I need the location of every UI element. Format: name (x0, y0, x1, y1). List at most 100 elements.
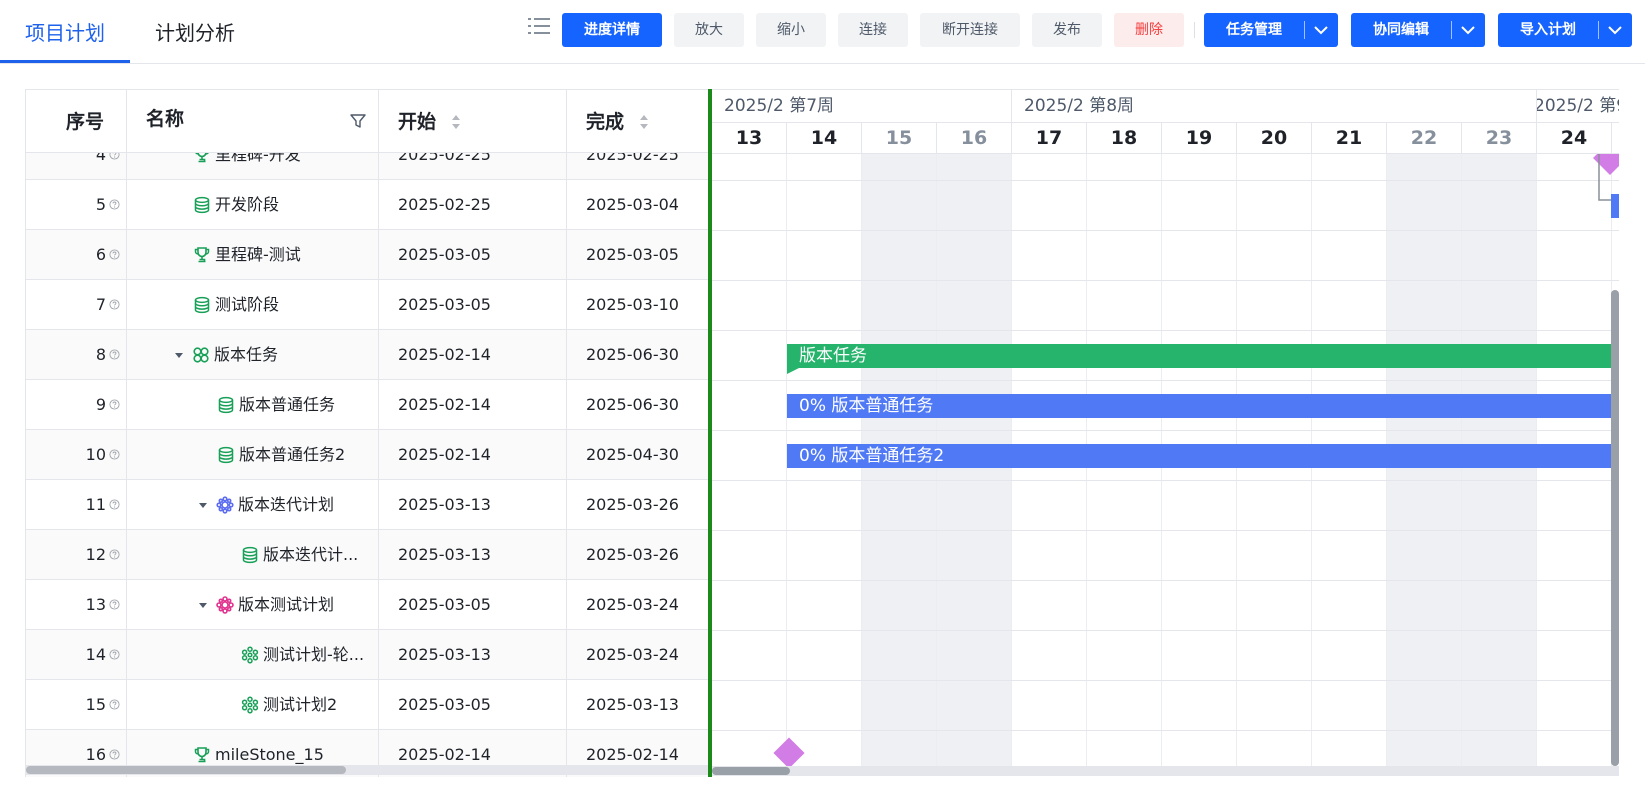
row-index-text: 13 (85, 595, 106, 614)
gantt-horizontal-scrollbar[interactable] (712, 766, 1619, 776)
import-plan-label[interactable]: 导入计划 (1498, 13, 1598, 47)
header-end[interactable]: 完成 (567, 90, 708, 154)
row-name: 版本任务 (127, 330, 379, 380)
task-table-body: 4 里程碑-开发 2025-02-25 2025-02-25 5 开发阶段 2025-02-… (26, 130, 708, 777)
collapse-caret-icon[interactable] (196, 598, 210, 612)
row-name: 版本普通任务 (127, 380, 379, 430)
help-icon[interactable] (109, 499, 120, 510)
gantt-vertical-scrollbar[interactable] (1611, 290, 1619, 766)
zoom-out-button[interactable]: 缩小 (756, 13, 826, 47)
row-name: 开发阶段 (127, 180, 379, 230)
table-row[interactable]: 10 版本普通任务2 2025-02-14 2025-04-30 (26, 430, 708, 480)
help-icon[interactable] (109, 549, 120, 560)
row-name-content: 版本普通任务2 (217, 430, 345, 480)
help-icon[interactable] (109, 399, 120, 410)
task-bar[interactable]: 0% 版本普通任务2 (787, 444, 1619, 468)
database-icon (218, 396, 234, 414)
row-name: 版本测试计划 (127, 580, 379, 630)
row-gridline (712, 580, 1619, 581)
row-start-date: 2025-03-13 (379, 630, 567, 680)
header-index: 序号 (26, 90, 127, 154)
delete-button[interactable]: 删除 (1114, 13, 1184, 47)
row-name: 测试计划2 (127, 680, 379, 730)
row-name-text: 版本普通任务2 (239, 445, 346, 464)
day-label: 18 (1087, 123, 1162, 154)
sort-icon[interactable] (639, 114, 649, 130)
progress-detail-button[interactable]: 进度详情 (562, 13, 662, 47)
row-name-content: 开发阶段 (193, 180, 279, 230)
table-row[interactable]: 7 测试阶段 2025-03-05 2025-03-10 (26, 280, 708, 330)
header-start[interactable]: 开始 (379, 90, 567, 154)
help-icon[interactable] (109, 699, 120, 710)
table-row[interactable]: 11 版本迭代计划 2025-03-13 2025-03-26 (26, 480, 708, 530)
disconnect-button[interactable]: 断开连接 (920, 13, 1020, 47)
row-name: 里程碑-测试 (127, 230, 379, 280)
row-start-date: 2025-03-13 (379, 530, 567, 580)
row-gridline (712, 380, 1619, 381)
chevron-down-icon[interactable] (1305, 13, 1337, 47)
import-plan-dropdown[interactable]: 导入计划 (1498, 13, 1632, 47)
help-icon[interactable] (109, 599, 120, 610)
table-scroll-thumb[interactable] (26, 766, 346, 774)
row-end-date: 2025-03-26 (586, 495, 679, 514)
help-icon[interactable] (109, 349, 120, 360)
row-index: 9 (26, 380, 127, 430)
table-row[interactable]: 8 版本任务 2025-02-14 2025-06-30 (26, 330, 708, 380)
row-start-date: 2025-03-13 (379, 480, 567, 530)
test-plan-icon (216, 596, 234, 614)
help-icon[interactable] (109, 249, 120, 260)
gantt-scroll-thumb[interactable] (712, 767, 790, 775)
help-icon[interactable] (109, 449, 120, 460)
table-row[interactable]: 12 版本迭代计... 2025-03-13 2025-03-26 (26, 530, 708, 580)
co-edit-label[interactable]: 协同编辑 (1351, 13, 1451, 47)
table-row[interactable]: 6 里程碑-测试 2025-03-05 2025-03-05 (26, 230, 708, 280)
task-manage-dropdown[interactable]: 任务管理 (1204, 13, 1338, 47)
connect-button[interactable]: 连接 (838, 13, 908, 47)
row-index: 14 (26, 630, 127, 680)
task-bar[interactable]: 0% 版本普通任务 (787, 394, 1619, 418)
help-icon[interactable] (109, 199, 120, 210)
test-round-icon (241, 696, 259, 714)
row-end-date: 2025-03-24 (586, 595, 679, 614)
row-name: 测试计划-轮... (127, 630, 379, 680)
table-row[interactable]: 13 版本测试计划 2025-03-05 2025-03-24 (26, 580, 708, 630)
row-start-date: 2025-02-14 (379, 430, 567, 480)
panel-divider[interactable] (708, 89, 712, 777)
row-name-text: 测试计划-轮... (263, 645, 365, 664)
day-label: 22 (1387, 123, 1462, 154)
row-end-date: 2025-03-10 (586, 295, 679, 314)
row-index-text: 5 (95, 195, 106, 214)
chevron-down-icon[interactable] (1452, 13, 1484, 47)
day-label: 14 (787, 123, 862, 154)
task-bar[interactable] (1611, 194, 1619, 218)
zoom-in-button[interactable]: 放大 (674, 13, 744, 47)
table-row[interactable]: 14 测试计划-轮... 2025-03-13 2025-03-24 (26, 630, 708, 680)
chevron-down-icon[interactable] (1599, 13, 1631, 47)
tab-project-plan[interactable]: 项目计划 (25, 18, 105, 48)
summary-task-bar[interactable]: 版本任务 (787, 344, 1619, 368)
task-manage-label[interactable]: 任务管理 (1204, 13, 1304, 47)
sort-icon[interactable] (451, 114, 461, 130)
row-index: 7 (26, 280, 127, 330)
help-icon[interactable] (109, 299, 120, 310)
row-start-date: 2025-03-05 (379, 280, 567, 330)
co-edit-dropdown[interactable]: 协同编辑 (1351, 13, 1485, 47)
row-gridline (712, 730, 1619, 731)
row-index-text: 11 (85, 495, 106, 514)
help-icon[interactable] (109, 649, 120, 660)
row-start-date: 2025-03-05 (379, 580, 567, 630)
filter-icon[interactable] (349, 112, 367, 130)
table-row[interactable]: 9 版本普通任务 2025-02-14 2025-06-30 (26, 380, 708, 430)
database-icon (242, 546, 258, 564)
collapse-caret-icon[interactable] (172, 348, 186, 362)
collapse-caret-icon[interactable] (196, 498, 210, 512)
row-gridline (712, 680, 1619, 681)
day-label: 20 (1237, 123, 1312, 154)
row-gridline (712, 630, 1619, 631)
help-icon[interactable] (109, 749, 120, 760)
publish-button[interactable]: 发布 (1032, 13, 1102, 47)
table-row[interactable]: 5 开发阶段 2025-02-25 2025-03-04 (26, 180, 708, 230)
tab-plan-analysis[interactable]: 计划分析 (155, 18, 235, 48)
list-icon[interactable] (528, 16, 550, 36)
table-row[interactable]: 15 测试计划2 2025-03-05 2025-03-13 (26, 680, 708, 730)
